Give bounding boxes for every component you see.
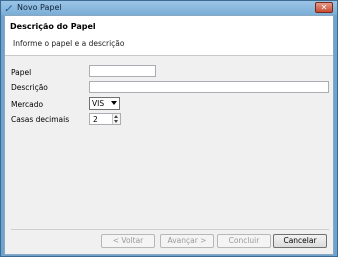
casas-decimais-label: Casas decimais xyxy=(11,115,70,124)
cancelar-button[interactable]: Cancelar xyxy=(273,234,327,248)
mercado-label: Mercado xyxy=(11,100,44,109)
concluir-button[interactable]: Concluir xyxy=(217,234,271,248)
close-icon: ✕ xyxy=(320,3,328,12)
avancar-button[interactable]: Avançar > xyxy=(160,234,214,248)
footer-divider xyxy=(11,229,329,230)
feather-quill-icon xyxy=(5,5,12,12)
wizard-header: Descrição do Papel Informe o papel e a d… xyxy=(5,16,333,56)
mercado-value: VIS xyxy=(92,99,105,108)
mercado-select[interactable]: VIS xyxy=(89,97,120,110)
descricao-label: Descrição xyxy=(11,83,48,92)
chevron-down-icon xyxy=(111,101,117,105)
close-button[interactable]: ✕ xyxy=(315,2,333,13)
spinner-buttons xyxy=(112,114,120,124)
voltar-button[interactable]: < Voltar xyxy=(101,234,155,248)
arrow-down-icon[interactable] xyxy=(114,120,118,123)
page-title: Descrição do Papel xyxy=(10,22,96,31)
descricao-input[interactable] xyxy=(89,81,329,93)
window-title: Novo Papel xyxy=(17,3,62,12)
casas-decimais-value[interactable]: 2 xyxy=(93,115,98,124)
papel-input[interactable] xyxy=(89,65,156,77)
title-bar[interactable]: Novo Papel ✕ xyxy=(1,1,337,15)
arrow-up-icon[interactable] xyxy=(114,115,118,118)
wizard-window: Novo Papel ✕ Descrição do Papel Informe … xyxy=(0,0,338,257)
page-subtitle: Informe o papel e a descrição xyxy=(13,39,125,48)
papel-label: Papel xyxy=(11,68,32,77)
casas-decimais-spinner[interactable]: 2 xyxy=(89,113,121,125)
wizard-client-area: Descrição do Papel Informe o papel e a d… xyxy=(4,15,334,255)
